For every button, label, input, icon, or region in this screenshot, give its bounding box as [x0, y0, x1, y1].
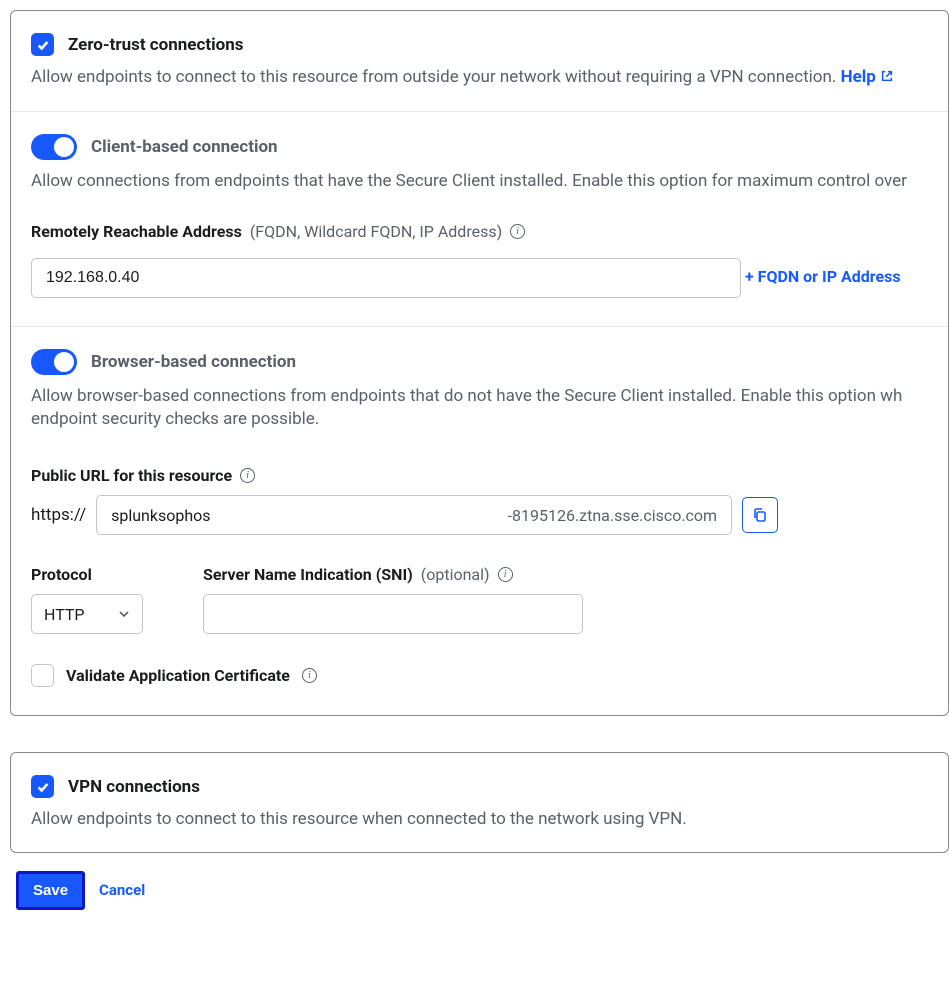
- protocol-value: HTTP: [44, 605, 85, 624]
- save-button[interactable]: Save: [16, 871, 85, 910]
- footer-actions: Save Cancel: [10, 867, 949, 916]
- browser-based-title: Browser-based connection: [91, 352, 296, 372]
- vpn-panel: VPN connections Allow endpoints to conne…: [10, 752, 949, 853]
- remote-address-label: Remotely Reachable Address: [31, 222, 242, 241]
- url-subdomain: splunksophos: [111, 506, 210, 525]
- public-url-label: Public URL for this resource: [31, 466, 232, 485]
- info-icon[interactable]: i: [510, 224, 525, 239]
- client-based-desc: Allow connections from endpoints that ha…: [31, 170, 928, 194]
- browser-based-desc: Allow browser-based connections from end…: [31, 385, 928, 433]
- sni-label: Server Name Indication (SNI): [203, 565, 413, 584]
- zero-trust-panel: Zero-trust connections Allow endpoints t…: [10, 10, 949, 716]
- zero-trust-desc: Allow endpoints to connect to this resou…: [31, 66, 928, 91]
- cancel-button[interactable]: Cancel: [99, 881, 145, 899]
- url-domain-suffix: -8195126.ztna.sse.cisco.com: [508, 506, 718, 525]
- public-url-input[interactable]: splunksophos -8195126.ztna.sse.cisco.com: [96, 495, 732, 535]
- copy-icon: [752, 507, 768, 523]
- browser-based-toggle[interactable]: [31, 349, 77, 375]
- vpn-checkbox[interactable]: [31, 775, 54, 798]
- remote-address-input[interactable]: [31, 258, 741, 298]
- remote-address-hint: (FQDN, Wildcard FQDN, IP Address): [250, 222, 502, 241]
- validate-cert-label: Validate Application Certificate: [66, 666, 290, 685]
- sni-input[interactable]: [203, 594, 583, 634]
- client-based-section: Client-based connection Allow connection…: [11, 112, 948, 327]
- protocol-label: Protocol: [31, 565, 92, 584]
- sni-optional: (optional): [421, 565, 490, 584]
- info-icon[interactable]: i: [302, 668, 317, 683]
- client-based-title: Client-based connection: [91, 137, 278, 157]
- chevron-down-icon: [118, 608, 130, 620]
- client-based-toggle[interactable]: [31, 134, 77, 160]
- zero-trust-header: Zero-trust connections Allow endpoints t…: [11, 11, 948, 112]
- copy-url-button[interactable]: [742, 497, 778, 533]
- zero-trust-checkbox[interactable]: [31, 33, 54, 56]
- url-scheme: https://: [31, 505, 86, 525]
- validate-cert-checkbox[interactable]: [31, 664, 54, 687]
- vpn-header: VPN connections Allow endpoints to conne…: [11, 753, 948, 852]
- zero-trust-title: Zero-trust connections: [68, 35, 243, 55]
- protocol-select[interactable]: HTTP: [31, 594, 143, 634]
- vpn-title: VPN connections: [68, 777, 200, 797]
- info-icon[interactable]: i: [240, 468, 255, 483]
- info-icon[interactable]: i: [498, 567, 513, 582]
- browser-based-section: Browser-based connection Allow browser-b…: [11, 327, 948, 716]
- external-link-icon: [880, 67, 894, 91]
- add-fqdn-link[interactable]: + FQDN or IP Address: [745, 267, 901, 286]
- vpn-desc: Allow endpoints to connect to this resou…: [31, 808, 928, 832]
- help-link[interactable]: Help: [841, 67, 894, 87]
